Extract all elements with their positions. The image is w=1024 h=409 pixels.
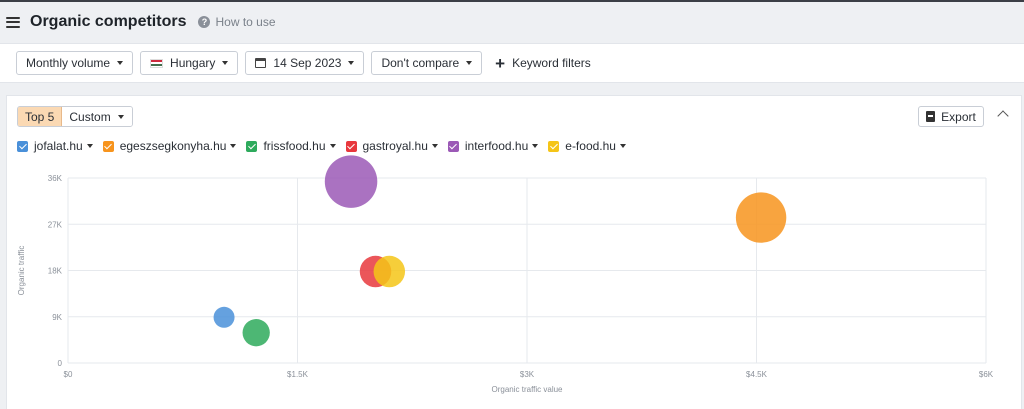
x-tick-label: $0 — [64, 370, 73, 379]
bubble-interfood-hu[interactable] — [324, 155, 378, 208]
competitors-panel: Top 5 Custom Export jofalat.hu egeszsegko… — [6, 95, 1022, 409]
x-tick-label: $1.5K — [287, 370, 309, 379]
date-dropdown[interactable]: 14 Sep 2023 — [245, 51, 365, 75]
chevron-down-icon — [348, 61, 355, 65]
country-dropdown[interactable]: Hungary — [140, 51, 239, 75]
chevron-down-icon — [466, 61, 473, 65]
bubble-egeszsegkonyha-hu[interactable] — [735, 192, 787, 243]
bubble-chart: $0 $1.5K $3K $4.5K $6K 0 9K 18K 27K 36K Organic t… — [17, 155, 994, 394]
date-label: 14 Sep 2023 — [273, 56, 342, 70]
plus-icon: + — [495, 53, 506, 73]
menu-icon[interactable] — [6, 16, 20, 28]
page-header: Organic competitors ? How to use — [0, 2, 1024, 42]
calendar-icon — [255, 58, 267, 68]
chevron-down-icon — [222, 61, 229, 65]
x-axis-label: Organic traffic value — [492, 385, 564, 394]
x-tick-label: $3K — [520, 370, 535, 379]
y-tick-label: 9K — [52, 313, 62, 322]
page-title: Organic competitors — [30, 13, 187, 30]
how-to-use-label: How to use — [215, 15, 276, 29]
bubble-jofalat-hu[interactable] — [213, 306, 235, 328]
volume-label: Monthly volume — [26, 56, 111, 70]
bubble-frissfood-hu[interactable] — [242, 319, 270, 347]
hungary-flag-icon — [150, 58, 164, 68]
y-tick-label: 27K — [48, 220, 63, 229]
keyword-filters-button[interactable]: + Keyword filters — [495, 55, 591, 72]
keyword-filters-label: Keyword filters — [512, 56, 591, 70]
volume-dropdown[interactable]: Monthly volume — [16, 51, 134, 75]
y-tick-label: 18K — [48, 267, 63, 276]
country-label: Hungary — [170, 56, 216, 70]
y-tick-label: 36K — [48, 174, 63, 183]
y-axis-label: Organic traffic — [17, 246, 26, 296]
compare-dropdown[interactable]: Don't compare — [371, 51, 483, 75]
chevron-down-icon — [117, 61, 124, 65]
bubble-e-food-hu[interactable] — [373, 255, 406, 288]
y-tick-label: 0 — [58, 359, 63, 368]
how-to-use-link[interactable]: ? How to use — [198, 15, 276, 29]
help-icon: ? — [198, 16, 211, 28]
x-tick-label: $4.5K — [746, 370, 768, 379]
compare-label: Don't compare — [381, 56, 460, 70]
x-tick-label: $6K — [979, 370, 994, 379]
filter-bar: Monthly volume Hungary 14 Sep 2023 Don't… — [0, 43, 1024, 83]
